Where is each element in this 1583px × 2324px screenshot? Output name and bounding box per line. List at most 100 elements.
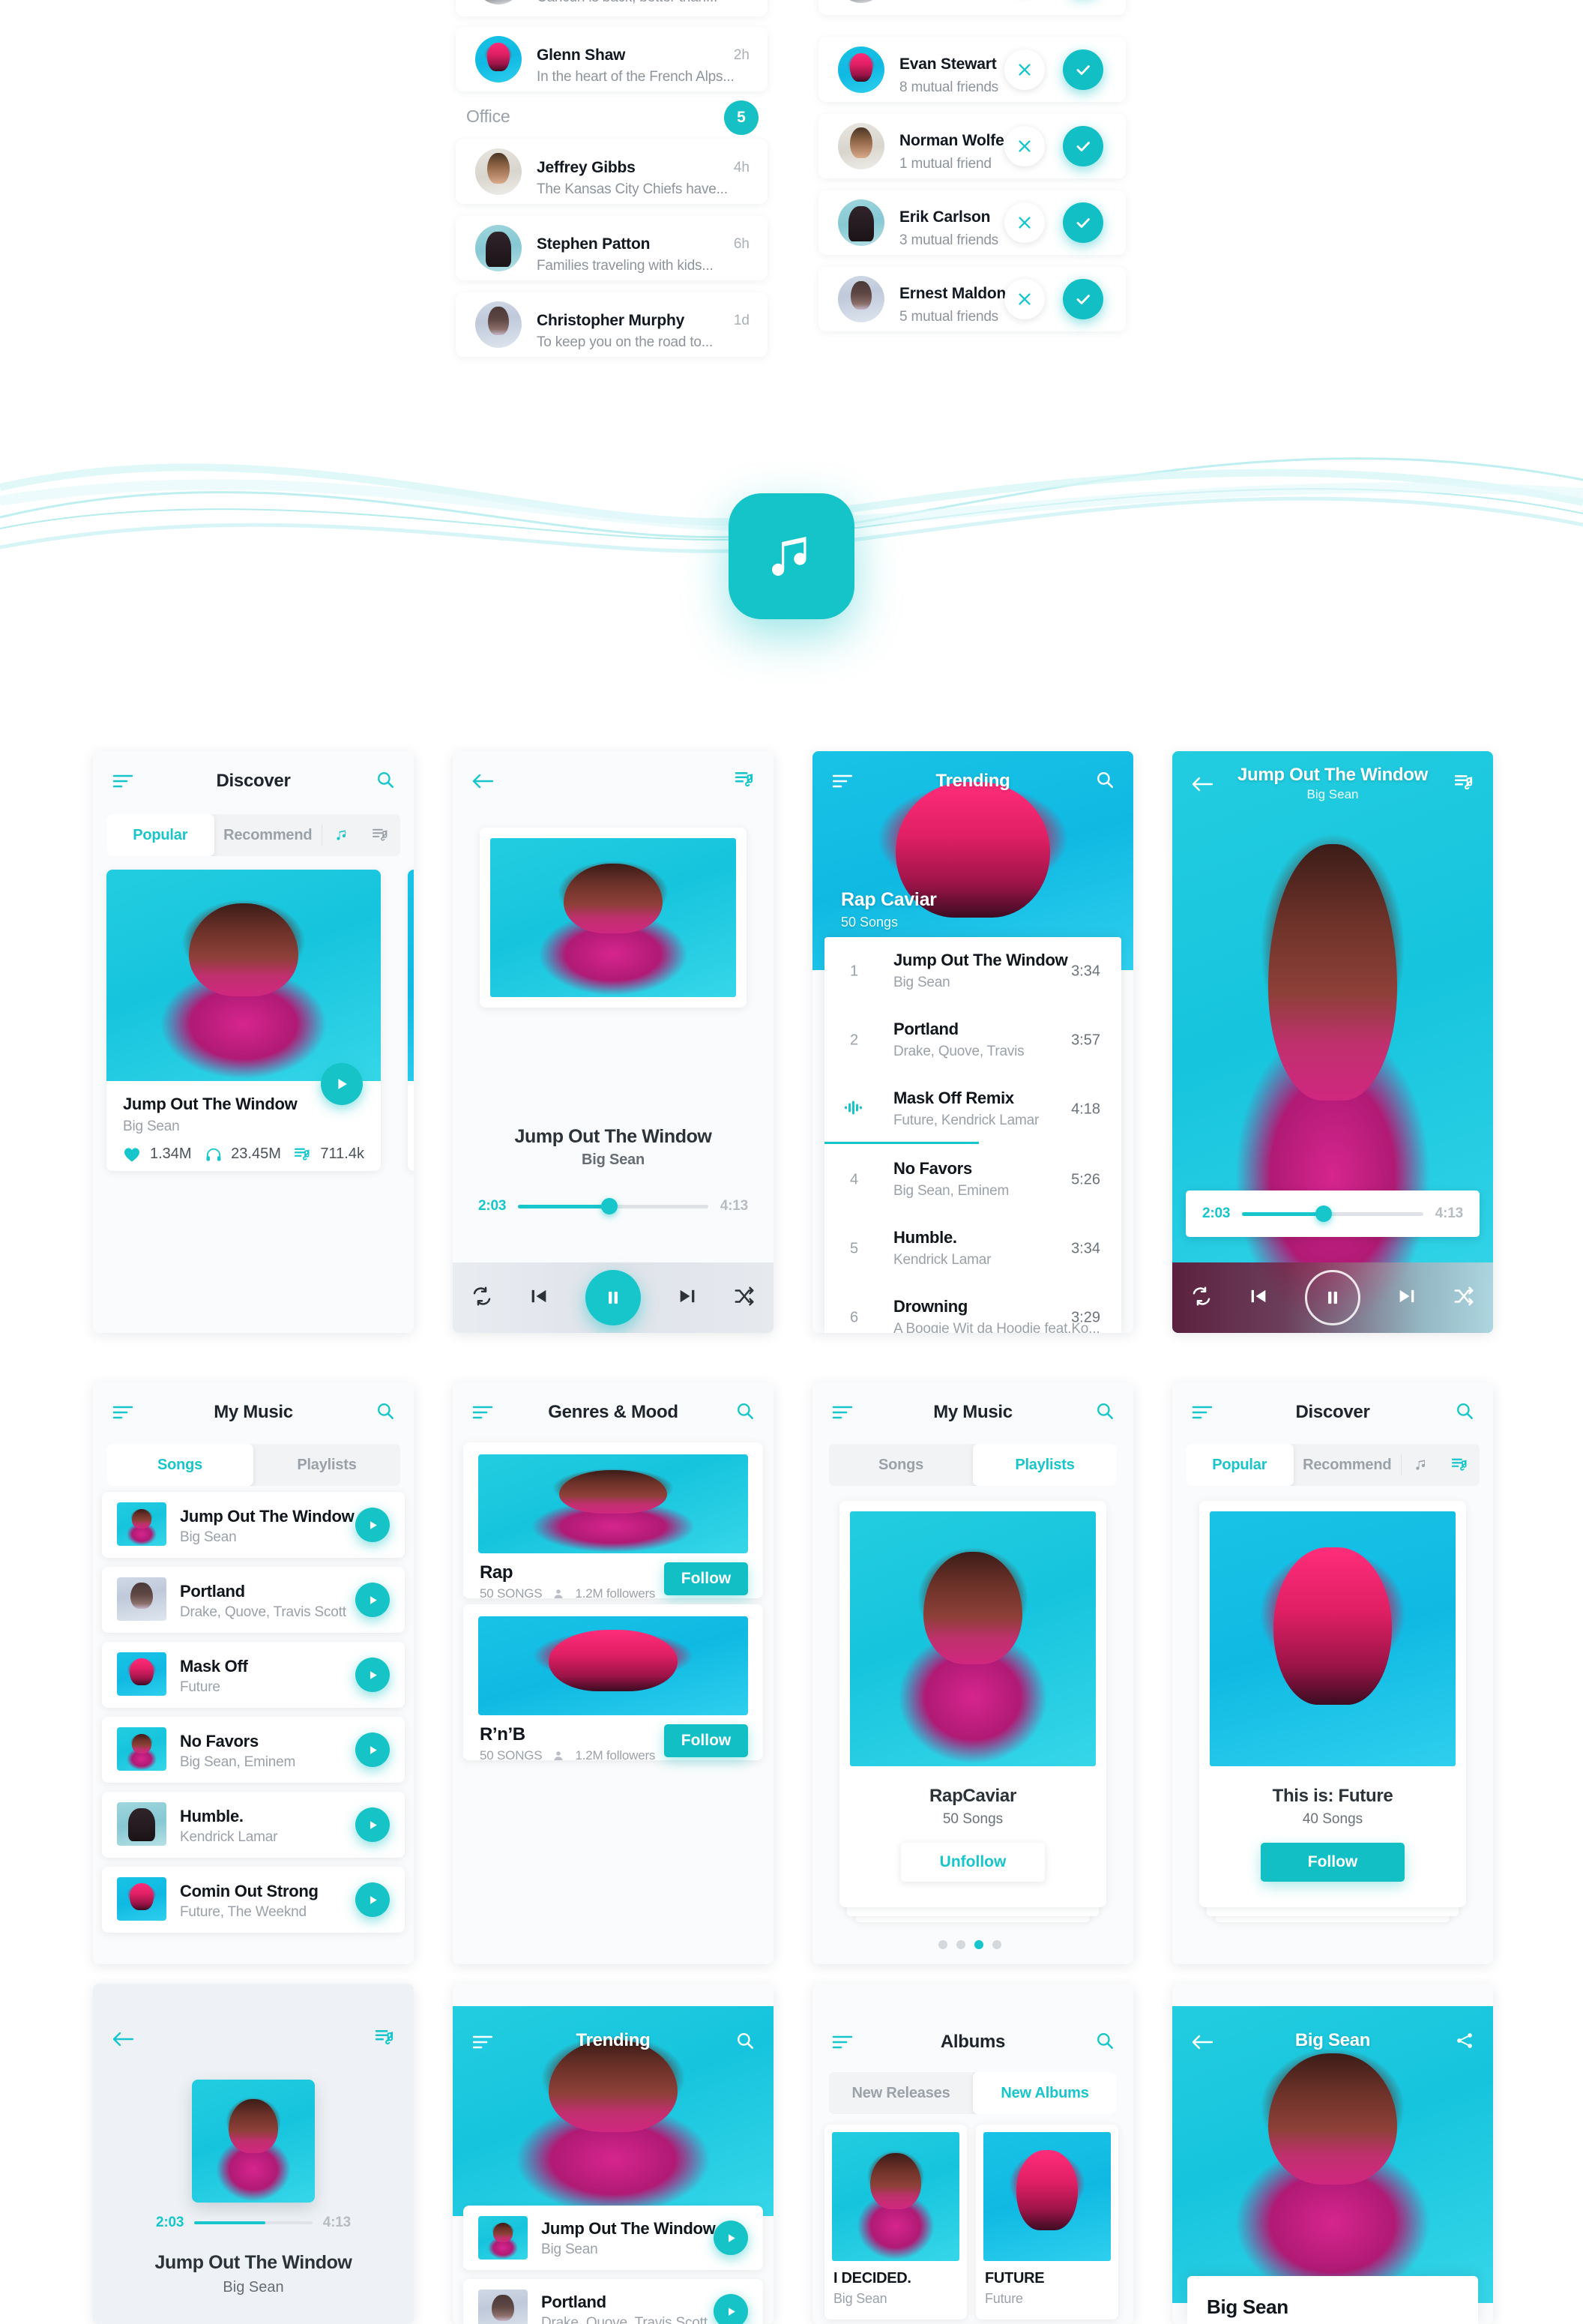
message-card[interactable]: Jeffrey Gibbs The Kansas City Chiefs hav… [456, 139, 768, 204]
friend-request-card[interactable]: Norman Wolfe 1 mutual friend [818, 114, 1126, 178]
screen-mini-player[interactable]: 2:03 4:13 Jump Out The Window Big Sean [93, 1984, 414, 2324]
search-button[interactable] [369, 1394, 402, 1427]
tab-bar[interactable]: Popular Recommend [106, 814, 400, 856]
shuffle-button[interactable] [1453, 1285, 1475, 1311]
tab-playlists[interactable]: Playlists [253, 1444, 400, 1486]
track-row-playing[interactable]: Mask Off Remix Future, Kendrick Lamar 4:… [824, 1075, 1121, 1144]
song-row[interactable]: Comin Out Strong Future, The Weeknd [102, 1867, 405, 1933]
search-button[interactable] [1088, 763, 1121, 796]
progress-row[interactable]: 2:03 4:13 [156, 2215, 351, 2231]
screen-trending-list[interactable]: Trending Jump Out The Window Big Sean Po… [453, 1984, 774, 2324]
previous-button[interactable] [528, 1286, 549, 1310]
track-row[interactable]: 4 No Favors Big Sean, Eminem 5:26 [824, 1146, 1121, 1214]
follow-button[interactable]: Follow [664, 1724, 748, 1757]
track-row[interactable]: 1 Jump Out The Window Big Sean 3:34 [824, 937, 1121, 1006]
play-button[interactable] [714, 2221, 748, 2255]
dismiss-request-button[interactable] [1004, 202, 1045, 243]
playlist-card[interactable]: RapCaviar 50 Songs Unfollow [839, 1501, 1106, 1907]
pagination-dot-active[interactable] [974, 1940, 983, 1949]
message-card[interactable]: Stephen Patton Families traveling with k… [456, 216, 768, 280]
follow-button[interactable]: Follow [664, 1562, 748, 1595]
friend-request-card[interactable]: Erik Carlson 3 mutual friends [818, 190, 1126, 255]
queue-button[interactable] [1448, 766, 1481, 799]
screen-my-music-songs[interactable]: My Music Songs Playlists Jump Out The Wi… [93, 1382, 414, 1964]
accept-request-button[interactable] [1063, 49, 1103, 90]
share-button[interactable] [1448, 2024, 1481, 2057]
accept-request-button[interactable] [1063, 202, 1103, 243]
progress-row[interactable]: 2:03 4:13 [1186, 1190, 1480, 1237]
genre-card[interactable]: R’n’B 50 SONGS 1.2M followers Follow [463, 1604, 763, 1762]
play-button[interactable] [355, 1508, 390, 1542]
screen-genres-mood[interactable]: Genres & Mood Rap 50 SONGS 1.2M follower… [453, 1382, 774, 1964]
screen-discover-popular[interactable]: Discover Popular Recommend Jump Out The … [93, 751, 414, 1333]
track-row[interactable]: 5 Humble. Kendrick Lamar 3:34 [824, 1214, 1121, 1283]
accept-request-button[interactable] [1063, 279, 1103, 319]
seek-slider[interactable] [194, 2221, 313, 2224]
search-button[interactable] [729, 1394, 762, 1427]
accept-request-button[interactable] [1063, 126, 1103, 166]
screen-my-music-playlists[interactable]: My Music Songs Playlists RapCaviar 50 So… [812, 1382, 1133, 1964]
pagination-dot[interactable] [956, 1940, 965, 1949]
tab-bar[interactable]: New Releases New Albums [829, 2072, 1117, 2114]
unfollow-button[interactable]: Unfollow [901, 1843, 1045, 1882]
track-row[interactable]: 6 Drowning A Boogie Wit da Hoodie feat.K… [824, 1283, 1121, 1333]
song-row[interactable]: Humble. Kendrick Lamar [102, 1792, 405, 1858]
tab-recommend[interactable]: Recommend [214, 814, 322, 856]
dismiss-request-button[interactable] [1004, 49, 1045, 90]
genre-card[interactable]: Rap 50 SONGS 1.2M followers Follow [463, 1442, 763, 1601]
tab-bar[interactable]: Songs Playlists [829, 1444, 1117, 1486]
follow-button[interactable]: Follow [1261, 1843, 1405, 1882]
tab-playlists[interactable]: Playlists [973, 1444, 1117, 1486]
repeat-button[interactable] [1190, 1285, 1213, 1311]
queue-button[interactable] [729, 763, 762, 796]
screen-albums[interactable]: Albums New Releases New Albums I DECIDED… [812, 1984, 1133, 2324]
message-card[interactable]: Cancun is back, better than... [456, 0, 768, 16]
player-controls[interactable] [453, 1262, 774, 1333]
back-button[interactable] [106, 2023, 139, 2056]
song-row[interactable]: Jump Out The Window Big Sean [463, 2206, 763, 2270]
play-button[interactable] [355, 1733, 390, 1767]
message-card[interactable]: Glenn Shaw In the heart of the French Al… [456, 27, 768, 91]
seek-slider[interactable] [518, 1198, 708, 1214]
tab-songs[interactable]: Songs [106, 1444, 253, 1486]
back-button[interactable] [466, 765, 499, 798]
play-button[interactable] [355, 1882, 390, 1917]
song-row[interactable]: Portland Drake, Quove, Travis Scott [463, 2279, 763, 2324]
track-list[interactable]: 1 Jump Out The Window Big Sean 3:34 2 Po… [824, 937, 1121, 1333]
repeat-button[interactable] [471, 1285, 493, 1311]
tab-bar[interactable]: Popular Recommend [1186, 1444, 1480, 1486]
song-row[interactable]: No Favors Big Sean, Eminem [102, 1717, 405, 1783]
play-button[interactable] [321, 1063, 363, 1105]
play-button[interactable] [355, 1658, 390, 1692]
discover-next-card[interactable]: Jump Out The Window Big Sean [408, 870, 414, 1171]
next-button[interactable] [677, 1286, 698, 1310]
play-button[interactable] [355, 1807, 390, 1842]
search-button[interactable] [369, 763, 402, 796]
dismiss-request-button[interactable] [1004, 126, 1045, 166]
tab-songs-icon[interactable] [1402, 1444, 1441, 1486]
discover-feature-card[interactable]: Jump Out The Window Big Sean 1.34M 23.45… [106, 870, 381, 1171]
tab-popular[interactable]: Popular [1186, 1444, 1294, 1486]
search-button[interactable] [729, 2024, 762, 2057]
tab-recommend[interactable]: Recommend [1294, 1444, 1402, 1486]
screen-player-light[interactable]: Jump Out The Window Big Sean 2:03 4:13 [453, 751, 774, 1333]
seek-slider[interactable] [1242, 1205, 1423, 1222]
search-button[interactable] [1448, 1394, 1481, 1427]
message-card[interactable]: Christopher Murphy To keep you on the ro… [456, 292, 768, 357]
screen-discover-future[interactable]: Discover Popular Recommend This is: Futu… [1172, 1382, 1493, 1964]
song-row[interactable]: Jump Out The Window Big Sean [102, 1492, 405, 1558]
tab-new-releases[interactable]: New Releases [829, 2072, 973, 2114]
pagination-dots[interactable] [938, 1940, 1001, 1949]
dismiss-request-button[interactable] [1004, 279, 1045, 319]
progress-row[interactable]: 2:03 4:13 [478, 1198, 748, 1214]
album-card[interactable]: I DECIDED. Big Sean [824, 2125, 967, 2320]
pagination-dot[interactable] [992, 1940, 1001, 1949]
playlist-card[interactable]: This is: Future 40 Songs Follow [1199, 1501, 1466, 1907]
play-button[interactable] [355, 1583, 390, 1617]
screen-trending-playlist[interactable]: Trending Rap Caviar 50 Songs 1 Jump Out … [812, 751, 1133, 1333]
pause-button[interactable] [585, 1270, 641, 1325]
queue-button[interactable] [369, 2021, 402, 2054]
screen-player-full[interactable]: Jump Out The Window Big Sean 2:03 4:13 [1172, 751, 1493, 1333]
song-row[interactable]: Portland Drake, Quove, Travis Scott [102, 1567, 405, 1633]
friend-request-card[interactable]: Evan Stewart 8 mutual friends [818, 37, 1126, 102]
